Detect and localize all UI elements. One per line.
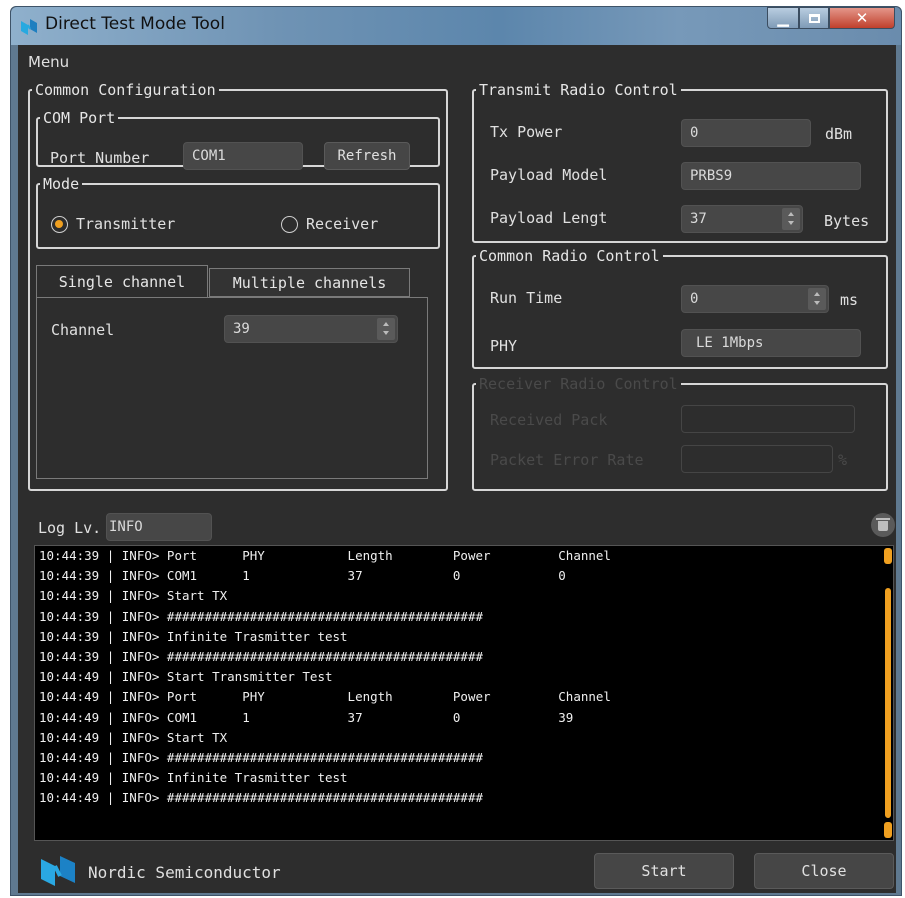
title-bar[interactable]: Direct Test Mode Tool ▁ ✕	[11, 7, 901, 45]
tx-power-unit: dBm	[825, 125, 853, 143]
log-line: 10:44:39 | INFO> Infinite Trasmitter tes…	[39, 628, 348, 644]
transmit-radio-control-legend: Transmit Radio Control	[479, 81, 678, 99]
received-packets-label: Received Pack	[490, 411, 608, 429]
channel-label: Channel	[51, 321, 115, 339]
channel-spinbox[interactable]: 39	[224, 315, 398, 343]
log-line: 10:44:39 | INFO> Start TX	[39, 588, 228, 604]
run-time-spin-icon[interactable]	[808, 288, 826, 310]
mode-group: Mode	[36, 175, 440, 249]
packet-error-rate-field	[681, 445, 833, 473]
run-time-spinbox[interactable]: 0	[681, 285, 829, 313]
close-button[interactable]: Close	[754, 853, 894, 889]
log-line: 10:44:49 | INFO> Start TX	[39, 729, 228, 745]
log-line: 10:44:39 | INFO> #######################…	[39, 608, 484, 624]
log-line: 10:44:49 | INFO> Port PHY Length Power C…	[39, 689, 611, 705]
payload-length-value: 37	[690, 211, 707, 227]
maximize-button[interactable]	[799, 7, 829, 29]
window-title: Direct Test Mode Tool	[45, 14, 225, 34]
log-line: 10:44:49 | INFO> Start Transmitter Test	[39, 669, 333, 685]
log-scrollbar[interactable]	[884, 548, 892, 838]
minimize-button[interactable]: ▁	[767, 7, 799, 29]
close-icon: ✕	[855, 9, 869, 27]
packet-error-rate-label: Packet Error Rate	[490, 451, 644, 469]
run-time-label: Run Time	[490, 289, 563, 307]
footer-brand: Nordic Semiconductor	[88, 863, 281, 882]
tx-power-label: Tx Power	[490, 123, 563, 141]
mode-legend: Mode	[43, 175, 80, 193]
payload-length-spinbox[interactable]: 37	[681, 205, 803, 233]
tab-multiple-channels-label: Multiple channels	[232, 273, 387, 292]
channel-value: 39	[233, 321, 250, 337]
port-number-select[interactable]: COM1	[183, 142, 303, 170]
tx-power-input[interactable]: 0	[681, 119, 811, 147]
receiver-radio-control-group: Receiver Radio Control	[472, 375, 888, 491]
run-time-value: 0	[690, 291, 699, 307]
payload-model-label: Payload Model	[490, 166, 608, 184]
start-button[interactable]: Start	[594, 853, 734, 889]
port-number-label: Port Number	[50, 149, 150, 167]
channel-spin-icon[interactable]	[377, 318, 395, 340]
trash-icon[interactable]	[871, 513, 895, 537]
app-logo-icon	[21, 19, 37, 35]
tab-multiple-channels[interactable]: Multiple channels	[209, 268, 410, 297]
phy-select[interactable]: LE 1Mbps	[681, 329, 861, 357]
payload-model-select[interactable]: PRBS9	[681, 162, 861, 190]
maximize-icon	[808, 13, 820, 23]
payload-length-spin-icon[interactable]	[782, 208, 800, 230]
common-radio-control-legend: Common Radio Control	[479, 247, 660, 265]
tab-single-channel[interactable]: Single channel	[36, 265, 208, 297]
receiver-label: Receiver	[306, 215, 379, 233]
log-line: 10:44:49 | INFO> Infinite Trasmitter tes…	[39, 770, 348, 786]
received-packets-field	[681, 405, 855, 433]
payload-length-unit: Bytes	[824, 212, 870, 230]
app-window: Direct Test Mode Tool ▁ ✕ Menu Common Co…	[10, 6, 902, 896]
receiver-radio[interactable]	[281, 216, 298, 233]
close-window-button[interactable]: ✕	[829, 7, 895, 29]
scroll-down-icon[interactable]	[884, 822, 892, 838]
receiver-radio-control-legend: Receiver Radio Control	[479, 375, 678, 393]
minimize-icon: ▁	[777, 9, 789, 27]
log-lines: 10:44:39 | INFO> Port PHY Length Power C…	[35, 546, 893, 809]
common-configuration-legend: Common Configuration	[35, 81, 216, 99]
log-level-select[interactable]: INFO	[106, 513, 212, 541]
transmitter-radio[interactable]	[51, 216, 68, 233]
scroll-thumb[interactable]	[885, 588, 891, 818]
log-line: 10:44:49 | INFO> COM1 1 37 0 39	[39, 709, 574, 725]
transmitter-label: Transmitter	[76, 215, 176, 233]
phy-label: PHY	[490, 337, 518, 355]
menu[interactable]: Menu	[28, 53, 69, 71]
scroll-up-icon[interactable]	[884, 548, 892, 564]
log-line: 10:44:49 | INFO> #######################…	[39, 750, 484, 766]
log-line: 10:44:39 | INFO> #######################…	[39, 649, 484, 665]
run-time-unit: ms	[840, 291, 859, 309]
com-port-legend: COM Port	[43, 109, 116, 127]
refresh-button[interactable]: Refresh	[324, 142, 410, 170]
log-output[interactable]: 10:44:39 | INFO> Port PHY Length Power C…	[34, 545, 894, 841]
log-line: 10:44:39 | INFO> Port PHY Length Power C…	[39, 548, 611, 563]
log-line: 10:44:49 | INFO> #######################…	[39, 790, 484, 806]
tab-single-channel-label: Single channel	[58, 272, 186, 291]
packet-error-rate-unit: %	[838, 451, 848, 469]
nordic-logo-icon	[41, 856, 75, 886]
payload-length-label: Payload Lengt	[490, 209, 608, 227]
client-area: Menu Common Configuration COM Port Port …	[18, 45, 896, 893]
log-line: 10:44:39 | INFO> COM1 1 37 0 0	[39, 568, 566, 584]
log-level-label: Log Lv.	[38, 519, 102, 537]
